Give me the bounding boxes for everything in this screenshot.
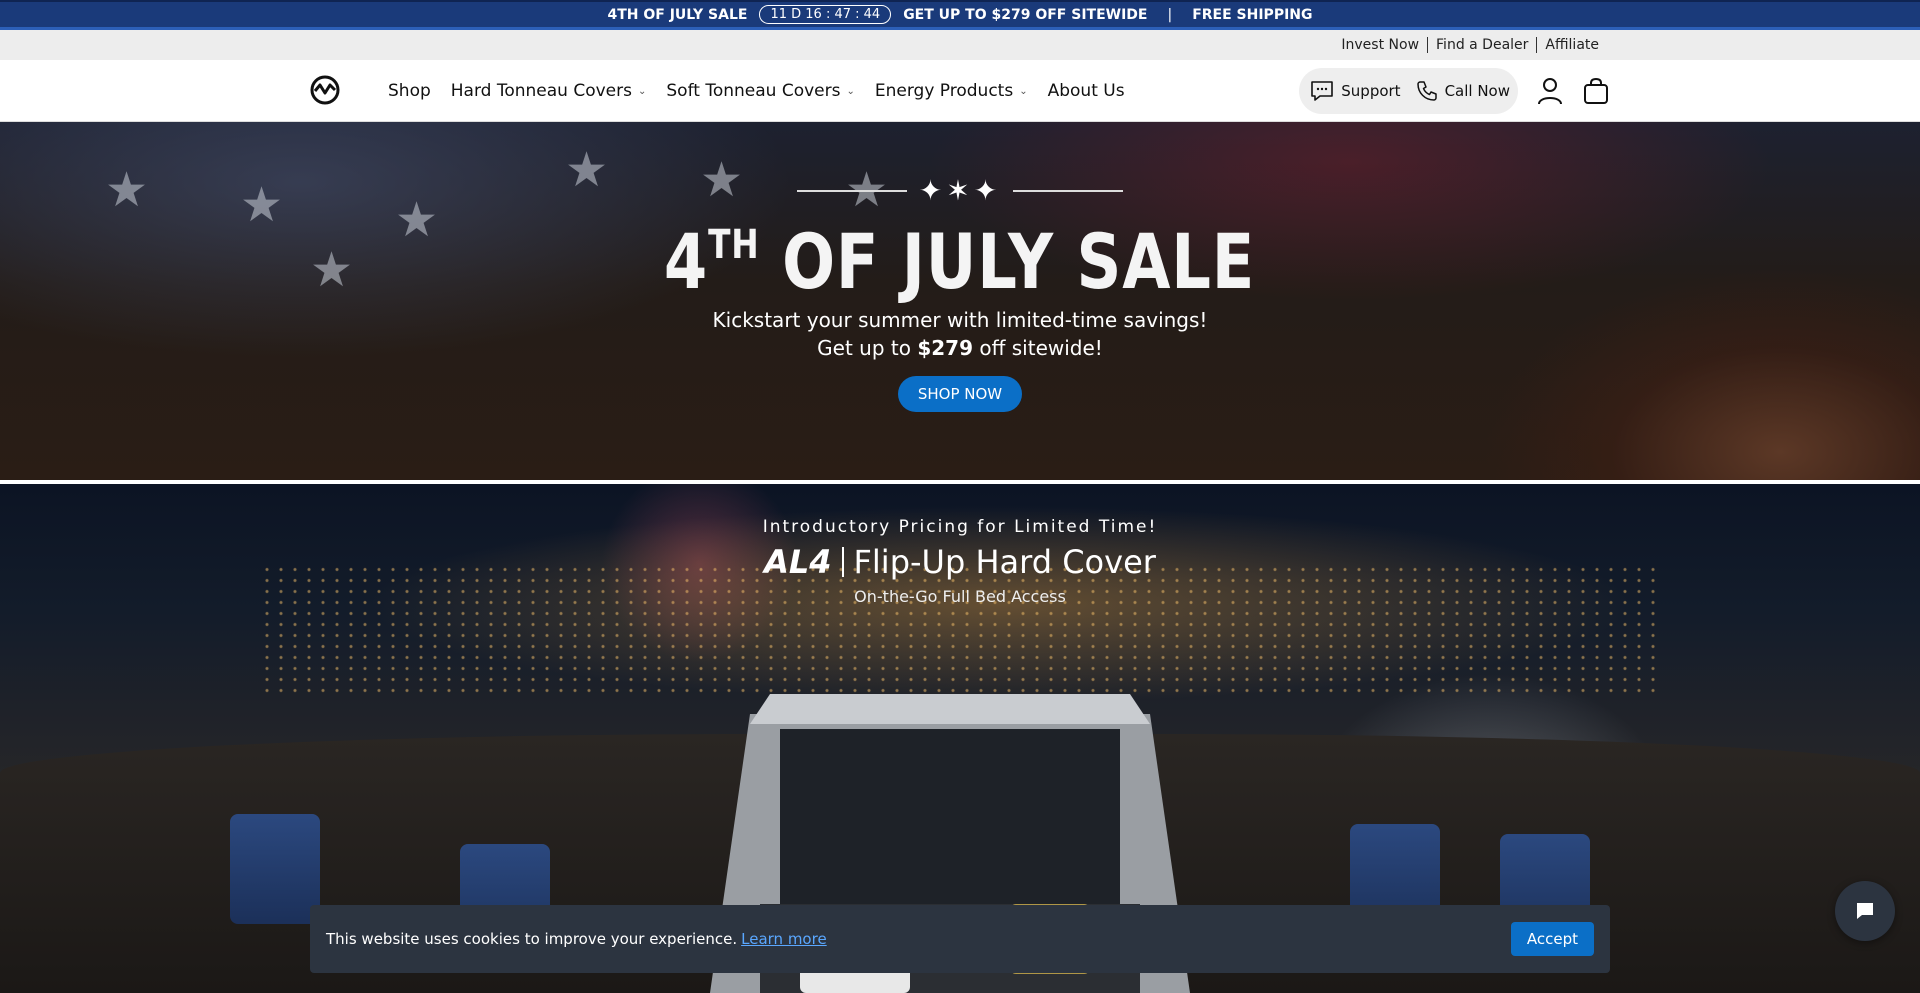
support-label: Support bbox=[1341, 82, 1401, 100]
nav-item-energy-label: Energy Products bbox=[874, 81, 1014, 101]
nav-item-shop[interactable]: Shop bbox=[388, 81, 431, 101]
announcement-shipping: FREE SHIPPING bbox=[1192, 6, 1313, 23]
product-name: Flip-Up Hard Cover bbox=[853, 543, 1156, 581]
announcement-bar: 4TH OF JULY SALE 11 D 16 : 47 : 44 GET U… bbox=[0, 0, 1920, 30]
sale-title-number: 4 bbox=[664, 217, 709, 306]
nav-item-hard-tonneau[interactable]: Hard Tonneau Covers ⌄ bbox=[451, 81, 647, 101]
bag-icon[interactable] bbox=[1582, 77, 1610, 105]
product-tagline: On-the-Go Full Bed Access bbox=[854, 587, 1066, 606]
sale-subtitle-pre: Get up to bbox=[817, 336, 918, 360]
product-model: AL4 bbox=[764, 543, 832, 581]
sale-title-rest: OF JULY SALE bbox=[760, 217, 1256, 306]
title-divider bbox=[841, 547, 844, 577]
nav-item-shop-label: Shop bbox=[388, 81, 431, 101]
countdown-timer: 11 D 16 : 47 : 44 bbox=[759, 5, 892, 24]
sale-subtitle-amount: $279 bbox=[917, 336, 974, 360]
chevron-down-icon: ⌄ bbox=[846, 85, 855, 97]
accept-cookies-button[interactable]: Accept bbox=[1510, 922, 1594, 956]
announcement-offer: GET UP TO $279 OFF SITEWIDE bbox=[903, 6, 1148, 23]
logo-icon[interactable] bbox=[309, 74, 341, 106]
nav-item-about[interactable]: About Us bbox=[1048, 81, 1125, 101]
intro-pricing-text: Introductory Pricing for Limited Time! bbox=[762, 517, 1158, 537]
cookie-message: This website uses cookies to improve you… bbox=[326, 930, 738, 948]
chevron-down-icon: ⌄ bbox=[638, 85, 647, 97]
contact-pill: Support Call Now bbox=[1299, 68, 1518, 114]
announcement-separator: | bbox=[1167, 6, 1173, 23]
announcement-sale-label: 4TH OF JULY SALE bbox=[607, 6, 748, 23]
sale-subtitle: Kickstart your summer with limited-time … bbox=[713, 306, 1208, 362]
camp-chair-image bbox=[230, 814, 320, 924]
user-icon[interactable] bbox=[1536, 77, 1564, 105]
main-nav: Shop Hard Tonneau Covers ⌄ Soft Tonneau … bbox=[0, 60, 1920, 122]
main-menu: Shop Hard Tonneau Covers ⌄ Soft Tonneau … bbox=[388, 60, 1125, 122]
learn-more-link[interactable]: Learn more bbox=[741, 930, 827, 948]
sale-subtitle-post: off sitewide! bbox=[973, 336, 1103, 360]
chevron-down-icon: ⌄ bbox=[1019, 85, 1028, 97]
nav-item-energy-products[interactable]: Energy Products ⌄ bbox=[875, 81, 1028, 101]
shop-now-button[interactable]: SHOP NOW bbox=[897, 376, 1023, 412]
nav-item-soft-tonneau[interactable]: Soft Tonneau Covers ⌄ bbox=[666, 81, 854, 101]
nav-item-about-label: About Us bbox=[1047, 81, 1125, 101]
call-now-button[interactable]: Call Now bbox=[1415, 79, 1510, 103]
call-now-label: Call Now bbox=[1444, 82, 1510, 100]
product-title: AL4 Flip-Up Hard Cover bbox=[764, 543, 1156, 581]
find-dealer-link[interactable]: Find a Dealer bbox=[1427, 37, 1536, 53]
utility-bar: Invest Now Find a Dealer Affiliate bbox=[0, 30, 1920, 60]
nav-item-soft-label: Soft Tonneau Covers bbox=[666, 81, 841, 101]
invest-now-link[interactable]: Invest Now bbox=[1333, 37, 1427, 53]
affiliate-link[interactable]: Affiliate bbox=[1536, 37, 1607, 53]
chat-bubble-icon bbox=[1311, 81, 1334, 101]
sale-hero-banner: ★ ★ ★ ★ ★ ★ ★ ✦✶✦ 4TH OF JULY SALE Kicks… bbox=[0, 122, 1920, 480]
chat-icon[interactable] bbox=[1835, 881, 1895, 941]
nav-item-hard-label: Hard Tonneau Covers bbox=[450, 81, 632, 101]
cookie-banner: This website uses cookies to improve you… bbox=[310, 905, 1610, 973]
fireworks-icon: ✦✶✦ bbox=[796, 174, 1124, 207]
nav-actions: Support Call Now bbox=[1299, 68, 1610, 114]
sale-subtitle-line1: Kickstart your summer with limited-time … bbox=[712, 308, 1208, 332]
sale-title: 4TH OF JULY SALE bbox=[664, 205, 1255, 302]
support-button[interactable]: Support bbox=[1309, 79, 1401, 103]
phone-icon bbox=[1416, 81, 1437, 101]
sale-title-suffix: TH bbox=[708, 222, 761, 268]
